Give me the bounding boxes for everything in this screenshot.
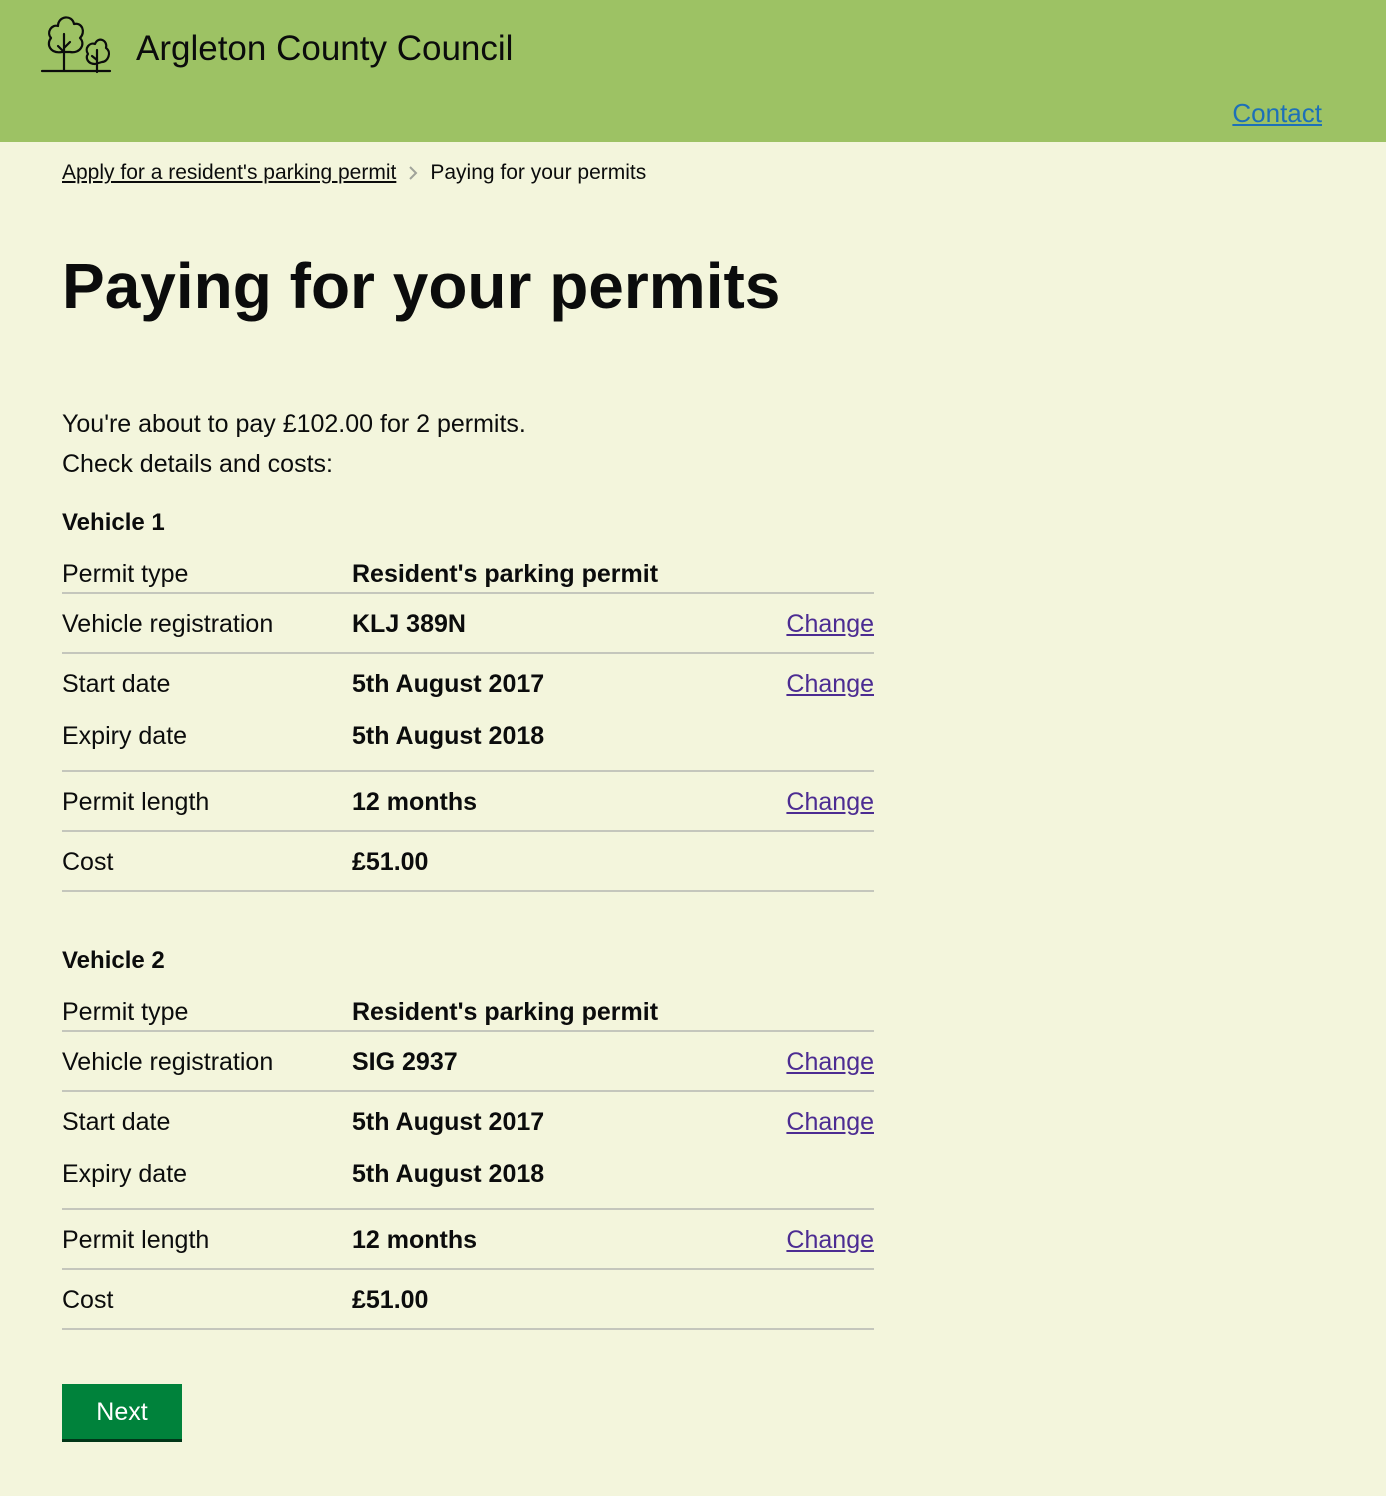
change-registration-link[interactable]: Change xyxy=(786,1046,874,1078)
site-name: Argleton County Council xyxy=(136,29,514,68)
row-key: Start date xyxy=(62,1108,171,1136)
change-permit-length-link[interactable]: Change xyxy=(786,786,874,818)
summary-row: Permit type Resident's parking permit xyxy=(62,984,874,1032)
row-value: 5th August 2018 xyxy=(352,1160,545,1188)
check-details-text: Check details and costs: xyxy=(62,450,333,478)
vehicle-2-summary: Vehicle 2 Permit type Resident's parking… xyxy=(62,946,874,1330)
row-value: £51.00 xyxy=(352,1286,429,1314)
row-key: Permit length xyxy=(62,1226,210,1254)
breadcrumb-parent-link[interactable]: Apply for a resident's parking permit xyxy=(62,158,396,188)
trees-icon xyxy=(40,16,112,74)
row-key: Cost xyxy=(62,848,114,876)
summary-row: Start date 5th August 2017 Change xyxy=(62,1092,874,1152)
vehicle-heading: Vehicle 2 xyxy=(62,947,165,974)
contact-link[interactable]: Contact xyxy=(1232,96,1322,130)
row-key: Permit type xyxy=(62,998,189,1026)
change-permit-length-link[interactable]: Change xyxy=(786,1224,874,1256)
row-value: 12 months xyxy=(352,1226,478,1254)
next-button[interactable]: Next xyxy=(62,1384,182,1439)
change-start-date-link[interactable]: Change xyxy=(786,668,874,700)
summary-row: Permit type Resident's parking permit xyxy=(62,546,874,594)
page-title: Paying for your permits xyxy=(62,250,781,322)
row-value: Resident's parking permit xyxy=(352,998,659,1026)
summary-row: Permit length 12 months Change xyxy=(62,772,874,832)
row-key: Start date xyxy=(62,670,171,698)
row-value: Resident's parking permit xyxy=(352,560,659,588)
row-value: 5th August 2018 xyxy=(352,722,545,750)
row-key: Expiry date xyxy=(62,722,188,750)
summary-row: Expiry date 5th August 2018 xyxy=(62,1152,874,1210)
breadcrumb-current: Paying for your permits xyxy=(430,161,647,184)
chevron-right-icon xyxy=(409,166,418,180)
row-value: SIG 2937 xyxy=(352,1048,458,1076)
breadcrumb: Apply for a resident's parking permit Pa… xyxy=(62,158,646,188)
summary-row: Cost £51.00 xyxy=(62,832,874,892)
payment-summary: You're about to pay £102.00 for 2 permit… xyxy=(62,410,526,438)
summary-row: Vehicle registration SIG 2937 Change xyxy=(62,1032,874,1092)
row-key: Vehicle registration xyxy=(62,1048,274,1076)
vehicle-heading: Vehicle 1 xyxy=(62,509,165,536)
row-value: 12 months xyxy=(352,788,478,816)
summary-row: Expiry date 5th August 2018 xyxy=(62,714,874,772)
row-value: KLJ 389N xyxy=(352,610,466,638)
row-key: Vehicle registration xyxy=(62,610,274,638)
row-key: Permit type xyxy=(62,560,189,588)
site-header: Argleton County Council Contact xyxy=(0,0,1386,142)
change-registration-link[interactable]: Change xyxy=(786,608,874,640)
row-key: Expiry date xyxy=(62,1160,188,1188)
summary-row: Vehicle registration KLJ 389N Change xyxy=(62,594,874,654)
row-value: £51.00 xyxy=(352,848,429,876)
summary-row: Permit length 12 months Change xyxy=(62,1210,874,1270)
intro-text: You're about to pay £102.00 for 2 permit… xyxy=(62,404,526,484)
row-value: 5th August 2017 xyxy=(352,1108,545,1136)
summary-row: Cost £51.00 xyxy=(62,1270,874,1330)
summary-row: Start date 5th August 2017 Change xyxy=(62,654,874,714)
change-start-date-link[interactable]: Change xyxy=(786,1106,874,1138)
row-value: 5th August 2017 xyxy=(352,670,545,698)
vehicle-1-summary: Vehicle 1 Permit type Resident's parking… xyxy=(62,508,874,892)
row-key: Permit length xyxy=(62,788,210,816)
row-key: Cost xyxy=(62,1286,114,1314)
